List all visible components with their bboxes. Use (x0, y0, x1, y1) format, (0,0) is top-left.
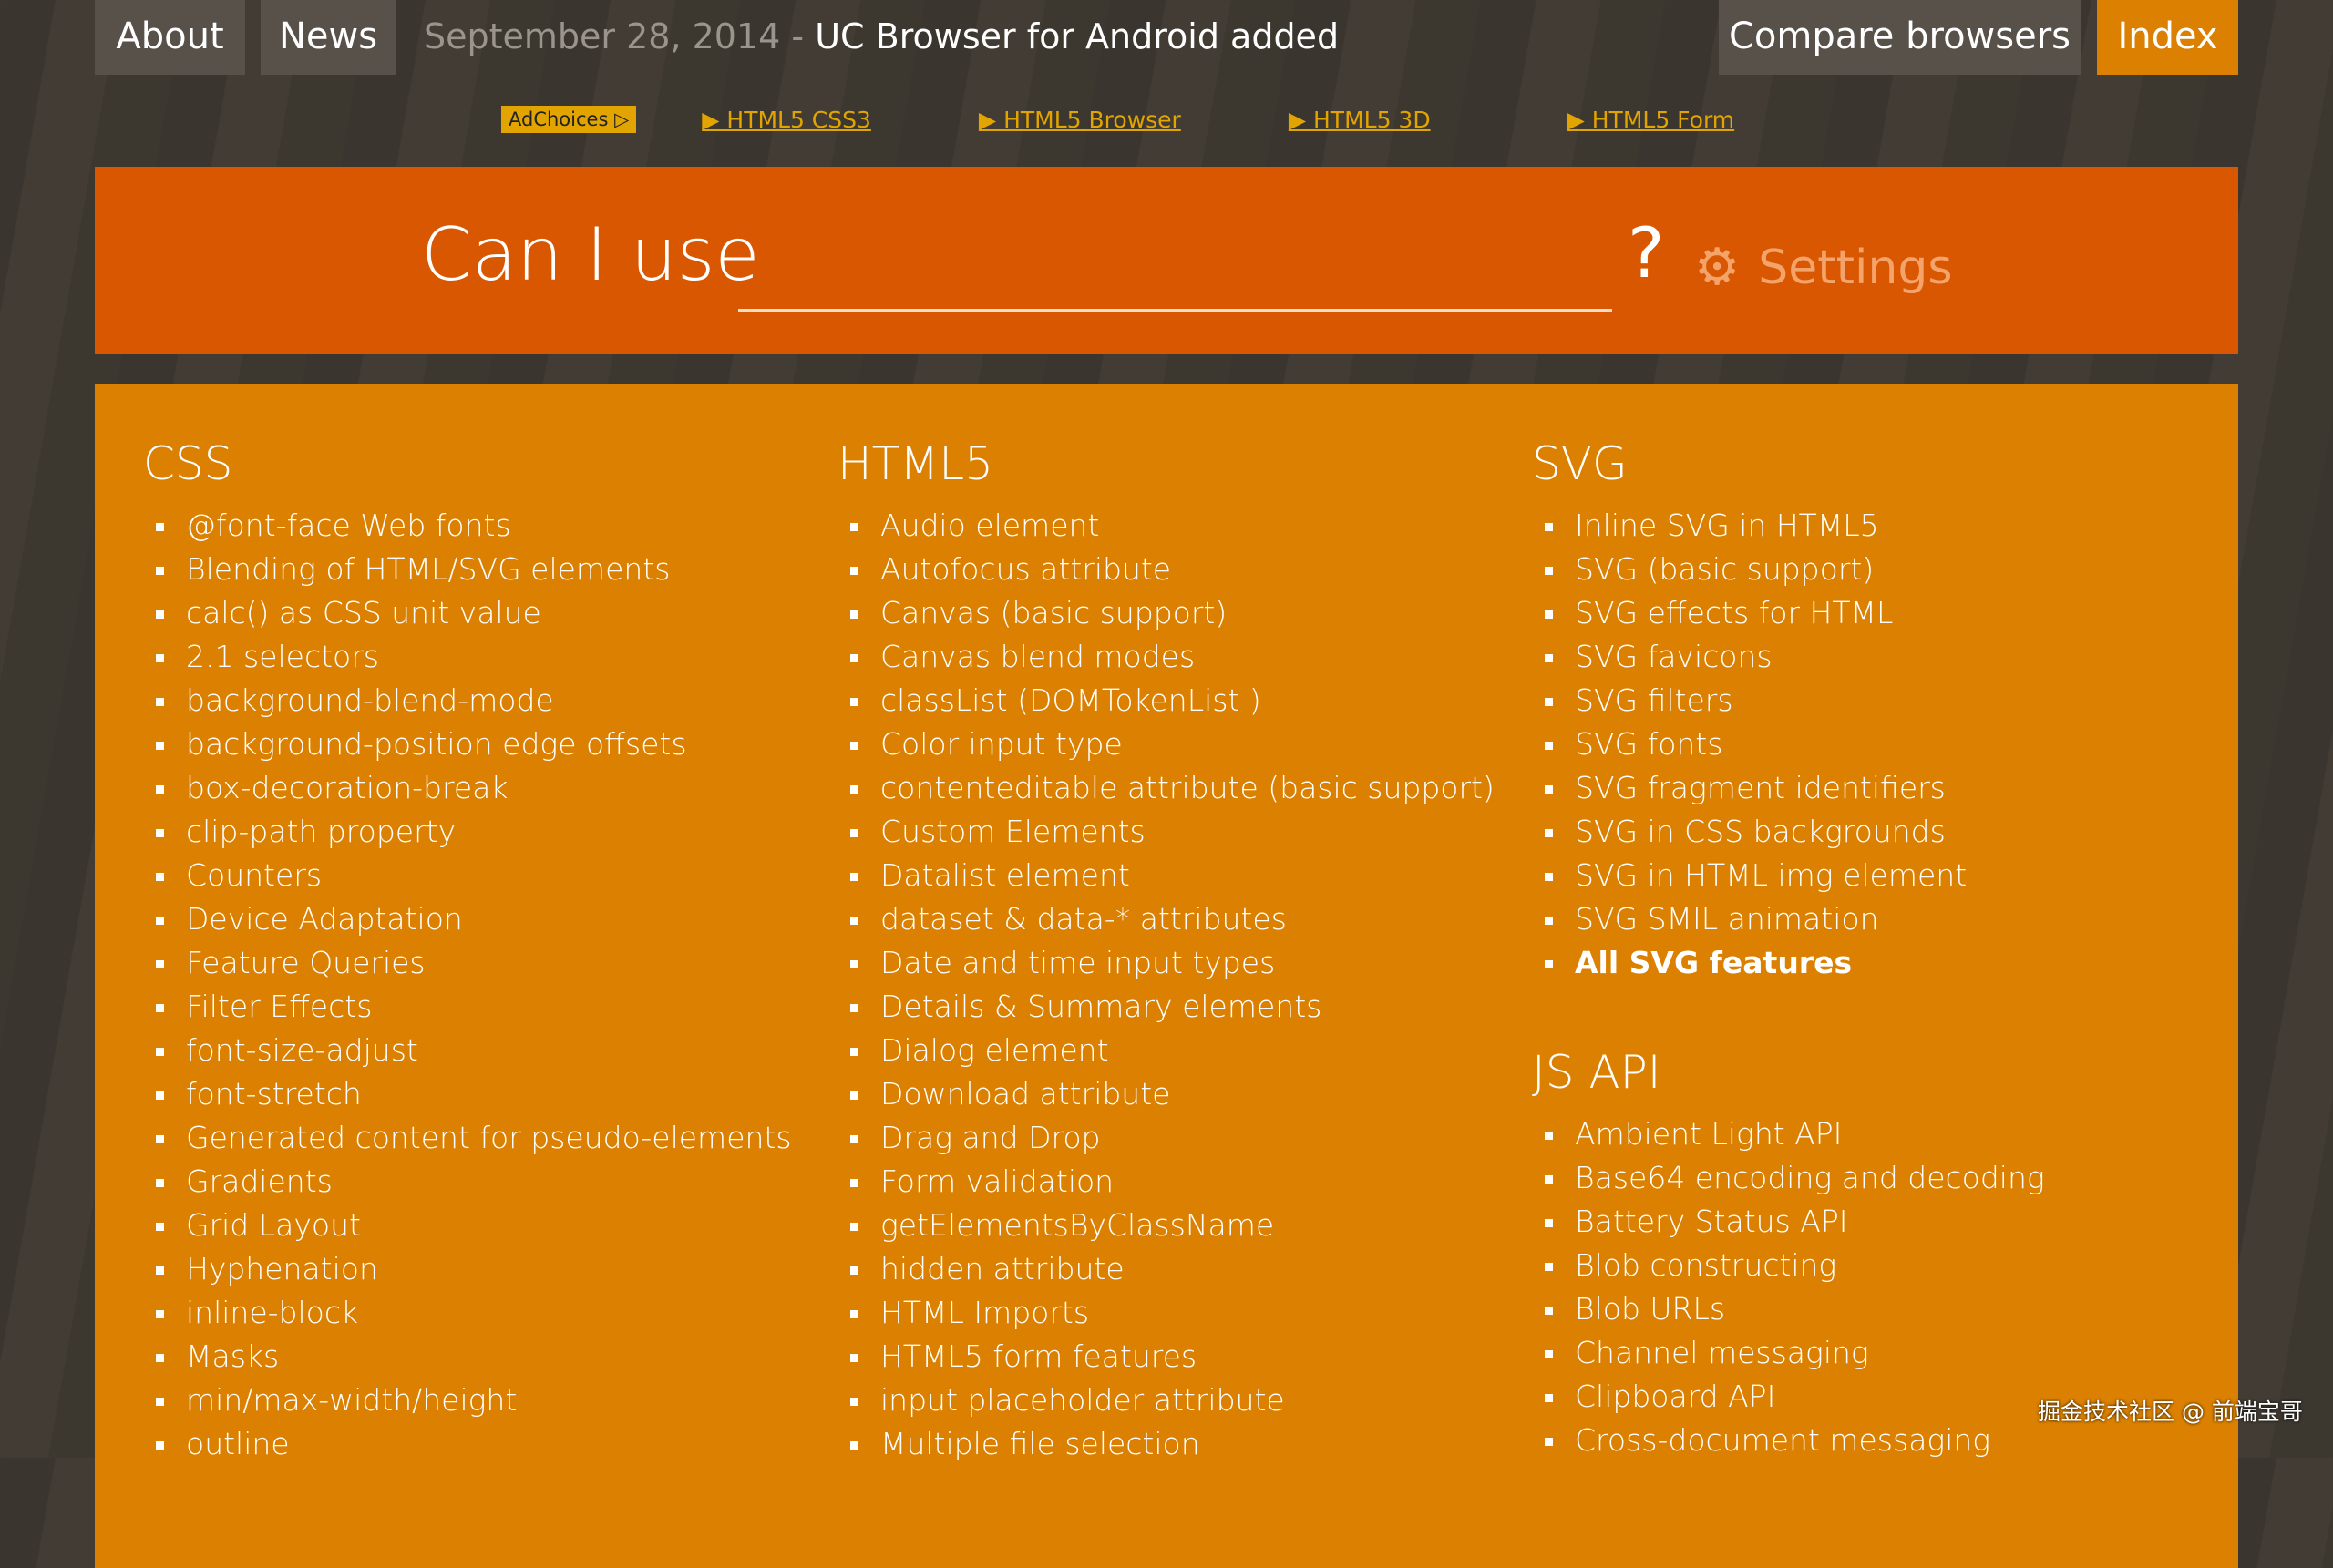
settings-button[interactable]: ⚙ Settings (1694, 238, 1952, 297)
feature-link[interactable]: SVG in HTML img element (1532, 854, 2045, 897)
feature-link[interactable]: Ambient Light API (1532, 1112, 2045, 1156)
feature-link[interactable]: Masks (143, 1335, 792, 1378)
html5-column: HTML5 Audio element Autofocus attribute Ca… (838, 431, 1495, 1466)
nav-news[interactable]: News (261, 0, 396, 75)
feature-link[interactable]: Counters (143, 854, 792, 897)
feature-link[interactable]: Feature Queries (143, 941, 792, 985)
feature-link[interactable]: Gradients (143, 1160, 792, 1204)
feature-link[interactable]: Filter Effects (143, 985, 792, 1029)
section-title-css: CSS (143, 437, 233, 490)
feature-link[interactable]: Device Adaptation (143, 897, 792, 941)
feature-link[interactable]: SVG filters (1532, 679, 2045, 723)
feature-link[interactable]: Channel messaging (1532, 1331, 2045, 1375)
feature-link[interactable]: contenteditable attribute (basic support… (838, 766, 1495, 810)
feature-link[interactable]: background-blend-mode (143, 679, 792, 723)
news-text: UC Browser for Android added (815, 16, 1340, 56)
ad-link[interactable]: ▶ HTML5 Browser (979, 107, 1181, 133)
feature-link[interactable]: 2.1 selectors (143, 635, 792, 679)
feature-link[interactable]: SVG effects for HTML (1532, 591, 2045, 635)
jsapi-list: Ambient Light API Base64 encoding and dec… (1532, 1112, 2045, 1462)
feature-link[interactable]: Inline SVG in HTML5 (1532, 504, 2045, 548)
feature-link[interactable]: Datalist element (838, 854, 1495, 897)
feature-index: CSS @font-face Web fonts Blending of HTML… (95, 384, 2238, 1568)
feature-link[interactable]: HTML5 form features (838, 1335, 1495, 1378)
section-title-html5: HTML5 (838, 437, 993, 490)
feature-link[interactable]: Hyphenation (143, 1247, 792, 1291)
news-date: September 28, 2014 - (424, 16, 816, 56)
feature-link[interactable]: Custom Elements (838, 810, 1495, 854)
question-mark: ? (1628, 212, 1665, 293)
feature-link[interactable]: getElementsByClassName (838, 1204, 1495, 1247)
css-column: CSS @font-face Web fonts Blending of HTML… (143, 431, 792, 1466)
feature-link[interactable]: input placeholder attribute (838, 1378, 1495, 1422)
feature-link[interactable]: Download attribute (838, 1072, 1495, 1116)
feature-link[interactable]: calc() as CSS unit value (143, 591, 792, 635)
search-header: Can I use ? ⚙ Settings (95, 167, 2238, 354)
feature-link[interactable]: clip-path property (143, 810, 792, 854)
feature-link[interactable]: Multiple file selection (838, 1422, 1495, 1466)
nav-compare-browsers[interactable]: Compare browsers (1719, 0, 2081, 75)
feature-link[interactable]: Audio element (838, 504, 1495, 548)
css-list: @font-face Web fonts Blending of HTML/SVG… (143, 504, 792, 1466)
svg-list: Inline SVG in HTML5 SVG (basic support) SV… (1532, 504, 2045, 941)
feature-link[interactable]: outline (143, 1422, 792, 1466)
adchoices-badge[interactable]: AdChoices ▷ (501, 106, 637, 133)
feature-link[interactable]: Blob constructing (1532, 1244, 2045, 1287)
feature-link[interactable]: hidden attribute (838, 1247, 1495, 1291)
feature-link[interactable]: SVG favicons (1532, 635, 2045, 679)
feature-link[interactable]: Battery Status API (1532, 1200, 2045, 1244)
section-title-jsapi: JS API (1532, 1046, 1661, 1099)
feature-link[interactable]: SVG (basic support) (1532, 548, 2045, 591)
ad-link[interactable]: ▶ HTML5 CSS3 (702, 107, 871, 133)
feature-link[interactable]: min/max-width/height (143, 1378, 792, 1422)
feature-link[interactable]: Cross-document messaging (1532, 1419, 2045, 1462)
all-svg-features-link[interactable]: All SVG features (1532, 941, 2045, 985)
feature-link[interactable]: Details & Summary elements (838, 985, 1495, 1029)
nav-index[interactable]: Index (2097, 0, 2238, 75)
feature-link[interactable]: HTML Imports (838, 1291, 1495, 1335)
feature-link[interactable]: Base64 encoding and decoding (1532, 1156, 2045, 1200)
page-title: Can I use (421, 212, 760, 297)
feature-link[interactable]: Autofocus attribute (838, 548, 1495, 591)
gear-icon: ⚙ (1694, 238, 1741, 297)
feature-link[interactable]: SVG SMIL animation (1532, 897, 2045, 941)
nav-about[interactable]: About (95, 0, 245, 75)
feature-link[interactable]: font-stretch (143, 1072, 792, 1116)
feature-link[interactable]: SVG in CSS backgrounds (1532, 810, 2045, 854)
ad-links: AdChoices ▷ ▶ HTML5 CSS3 ▶ HTML5 Browser… (501, 102, 1842, 137)
feature-link[interactable]: Blending of HTML/SVG elements (143, 548, 792, 591)
feature-link[interactable]: dataset & data-* attributes (838, 897, 1495, 941)
ad-link[interactable]: ▶ HTML5 3D (1289, 107, 1431, 133)
watermark: 掘金技术社区 @ 前端宝哥 (2038, 1399, 2303, 1425)
feature-link[interactable]: classList (DOMTokenList ) (838, 679, 1495, 723)
feature-link[interactable]: Drag and Drop (838, 1116, 1495, 1160)
feature-link[interactable]: SVG fonts (1532, 723, 2045, 766)
feature-link[interactable]: Color input type (838, 723, 1495, 766)
settings-label: Settings (1758, 240, 1953, 295)
feature-link[interactable]: @font-face Web fonts (143, 504, 792, 548)
feature-link[interactable]: Grid Layout (143, 1204, 792, 1247)
feature-link[interactable]: Form validation (838, 1160, 1495, 1204)
feature-link[interactable]: Date and time input types (838, 941, 1495, 985)
html5-list: Audio element Autofocus attribute Canvas (… (838, 504, 1495, 1466)
feature-link[interactable]: font-size-adjust (143, 1029, 792, 1072)
feature-link[interactable]: box-decoration-break (143, 766, 792, 810)
svg-column: SVG Inline SVG in HTML5 SVG (basic suppor… (1532, 431, 2045, 1462)
search-input[interactable] (738, 231, 1612, 312)
feature-link[interactable]: Canvas blend modes (838, 635, 1495, 679)
feature-link[interactable]: Generated content for pseudo-elements (143, 1116, 792, 1160)
feature-link[interactable]: inline-block (143, 1291, 792, 1335)
feature-link[interactable]: Canvas (basic support) (838, 591, 1495, 635)
feature-link[interactable]: Blob URLs (1532, 1287, 2045, 1331)
feature-link[interactable]: background-position edge offsets (143, 723, 792, 766)
feature-link[interactable]: Clipboard API (1532, 1375, 2045, 1419)
ad-link[interactable]: ▶ HTML5 Form (1567, 107, 1735, 133)
latest-news[interactable]: September 28, 2014 - UC Browser for Andr… (424, 0, 1339, 73)
feature-link[interactable]: Dialog element (838, 1029, 1495, 1072)
section-title-svg: SVG (1532, 437, 1628, 490)
feature-link[interactable]: SVG fragment identifiers (1532, 766, 2045, 810)
